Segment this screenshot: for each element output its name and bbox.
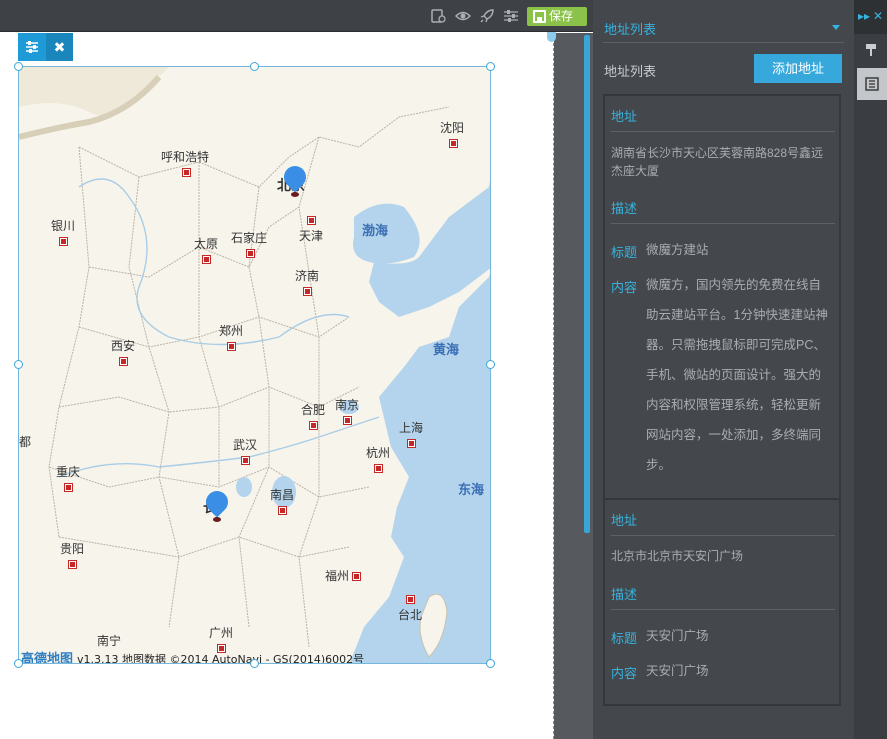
resize-handle[interactable] bbox=[14, 659, 23, 668]
address-value: 北京市北京市天安门广场 bbox=[611, 549, 744, 563]
city-label: 天津 bbox=[299, 213, 323, 244]
address-value: 湖南省长沙市天心区芙蓉南路828号鑫远杰座大厦 bbox=[611, 146, 824, 178]
title-key: 标题 bbox=[611, 631, 638, 646]
city-label: 福州 bbox=[325, 567, 361, 584]
city-label: 济南 bbox=[295, 267, 319, 298]
sea-label: 黄海 bbox=[433, 343, 460, 358]
description-section-header: 描述 bbox=[611, 194, 835, 224]
city-dot-icon bbox=[343, 416, 352, 425]
resize-handle[interactable] bbox=[486, 62, 495, 71]
city-dot-icon bbox=[351, 572, 361, 581]
tab-address-list[interactable] bbox=[857, 68, 887, 100]
city-label: 南宁 bbox=[97, 634, 122, 648]
publish-rocket-icon[interactable] bbox=[479, 8, 495, 24]
canvas-resize-handle[interactable] bbox=[547, 32, 556, 42]
city-label: 都 bbox=[19, 435, 32, 449]
resize-handle[interactable] bbox=[486, 659, 495, 668]
resize-handle[interactable] bbox=[250, 62, 259, 71]
map-attribution: 高德地图 v1.3.13 地图数据 ©2014 AutoNavi - GS(201… bbox=[21, 648, 364, 664]
close-icon[interactable]: ✕ bbox=[873, 0, 883, 32]
city-label: 合肥 bbox=[301, 401, 325, 432]
city-label: 武汉 bbox=[233, 436, 257, 467]
map-component[interactable]: 渤海 黄海 东海 沈阳 呼和浩特 北京 天津 银川 太原 石家庄 济南 郑州 西… bbox=[18, 66, 491, 664]
city-dot-icon bbox=[407, 439, 416, 448]
city-label: 杭州 bbox=[366, 444, 390, 475]
city-dot-icon bbox=[241, 456, 250, 465]
city-label: 呼和浩特 bbox=[161, 148, 209, 179]
format-painter-icon[interactable] bbox=[854, 34, 887, 66]
city-dot-icon bbox=[406, 595, 415, 604]
city-label: 贵阳 bbox=[60, 540, 84, 571]
save-button-label: 保存 bbox=[549, 9, 574, 23]
add-address-button[interactable]: 添加地址 bbox=[754, 54, 842, 83]
panel-header[interactable]: 地址列表 bbox=[603, 8, 844, 43]
city-label: 太原 bbox=[194, 235, 218, 266]
page-settings-icon[interactable] bbox=[430, 8, 446, 24]
city-label: 上海 bbox=[399, 419, 423, 450]
properties-panel: 地址列表 地址列表 添加地址 地址 湖南省长沙市天心区芙蓉南路828号鑫远杰座大… bbox=[593, 0, 854, 739]
city-dot-icon bbox=[374, 464, 383, 473]
city-label: 重庆 bbox=[56, 463, 80, 494]
description-section-header: 描述 bbox=[611, 580, 835, 610]
top-toolbar: 保存 bbox=[0, 0, 593, 32]
city-dot-icon bbox=[278, 506, 287, 515]
city-dot-icon bbox=[309, 421, 318, 430]
city-dot-icon bbox=[307, 216, 316, 225]
address-section-header: 地址 bbox=[611, 102, 835, 132]
map-base bbox=[19, 67, 490, 663]
resize-handle[interactable] bbox=[250, 659, 259, 668]
city-dot-icon bbox=[449, 139, 458, 148]
address-card[interactable]: 地址 北京市北京市天安门广场 描述 标题 天安门广场 内容 天安门广场 bbox=[605, 500, 839, 700]
city-dot-icon bbox=[246, 249, 255, 258]
title-value: 天安门广场 bbox=[646, 629, 709, 643]
city-label: 沈阳 bbox=[440, 119, 464, 150]
collapse-arrows-icon[interactable]: ▸▸ bbox=[858, 0, 870, 32]
title-key: 标题 bbox=[611, 245, 638, 260]
city-dot-icon bbox=[202, 255, 211, 264]
sea-label: 东海 bbox=[458, 483, 485, 498]
city-label: 南京 bbox=[335, 396, 359, 427]
city-label: 银川 bbox=[51, 217, 75, 248]
address-section-header: 地址 bbox=[611, 506, 835, 536]
canvas-scrollbar[interactable] bbox=[584, 35, 590, 533]
city-label: 南昌 bbox=[270, 486, 294, 517]
address-card[interactable]: 地址 湖南省长沙市天心区芙蓉南路828号鑫远杰座大厦 描述 标题 微魔方建站 内… bbox=[605, 100, 839, 500]
content-key: 内容 bbox=[611, 280, 638, 295]
city-dot-icon bbox=[227, 342, 236, 351]
resize-handle[interactable] bbox=[14, 360, 23, 369]
resize-handle[interactable] bbox=[486, 360, 495, 369]
title-value: 微魔方建站 bbox=[646, 243, 709, 257]
city-label: 郑州 bbox=[219, 322, 243, 353]
content-key: 内容 bbox=[611, 666, 638, 681]
panel-title: 地址列表 bbox=[604, 22, 657, 37]
component-delete-icon[interactable]: ✖ bbox=[46, 33, 73, 61]
settings-sliders-icon[interactable] bbox=[503, 8, 519, 24]
city-dot-icon bbox=[64, 483, 73, 492]
content-value: 微魔方，国内领先的免费在线自 助云建站平台。1分钟快速建站神 器。只需拖拽鼠标即… bbox=[646, 278, 828, 472]
sea-label: 渤海 bbox=[362, 224, 389, 239]
resize-handle[interactable] bbox=[14, 62, 23, 71]
map-marker-icon[interactable] bbox=[279, 161, 311, 198]
save-floppy-icon bbox=[533, 10, 546, 23]
chevron-down-icon[interactable] bbox=[832, 25, 840, 30]
city-label: 台北 bbox=[398, 592, 422, 623]
city-dot-icon bbox=[68, 560, 77, 569]
city-label: 石家庄 bbox=[231, 229, 267, 260]
city-dot-icon bbox=[182, 168, 191, 177]
content-value: 天安门广场 bbox=[646, 664, 709, 678]
city-dot-icon bbox=[59, 237, 68, 246]
amap-logo: 高德地图 bbox=[21, 652, 74, 664]
component-toolbar: ✖ bbox=[18, 33, 73, 61]
city-dot-icon bbox=[303, 287, 312, 296]
city-dot-icon bbox=[119, 357, 128, 366]
component-settings-icon[interactable] bbox=[18, 33, 45, 61]
address-list-label: 地址列表 bbox=[604, 64, 657, 79]
save-button[interactable]: 保存 bbox=[527, 7, 587, 26]
city-label: 西安 bbox=[111, 337, 135, 368]
panel-tab-strip: ▸▸ ✕ bbox=[854, 0, 887, 739]
address-list: 地址 湖南省长沙市天心区芙蓉南路828号鑫远杰座大厦 描述 标题 微魔方建站 内… bbox=[603, 94, 841, 706]
preview-eye-icon[interactable] bbox=[454, 8, 472, 24]
panel-toggle: ▸▸ ✕ bbox=[854, 0, 887, 34]
map-marker-icon[interactable] bbox=[201, 486, 233, 523]
